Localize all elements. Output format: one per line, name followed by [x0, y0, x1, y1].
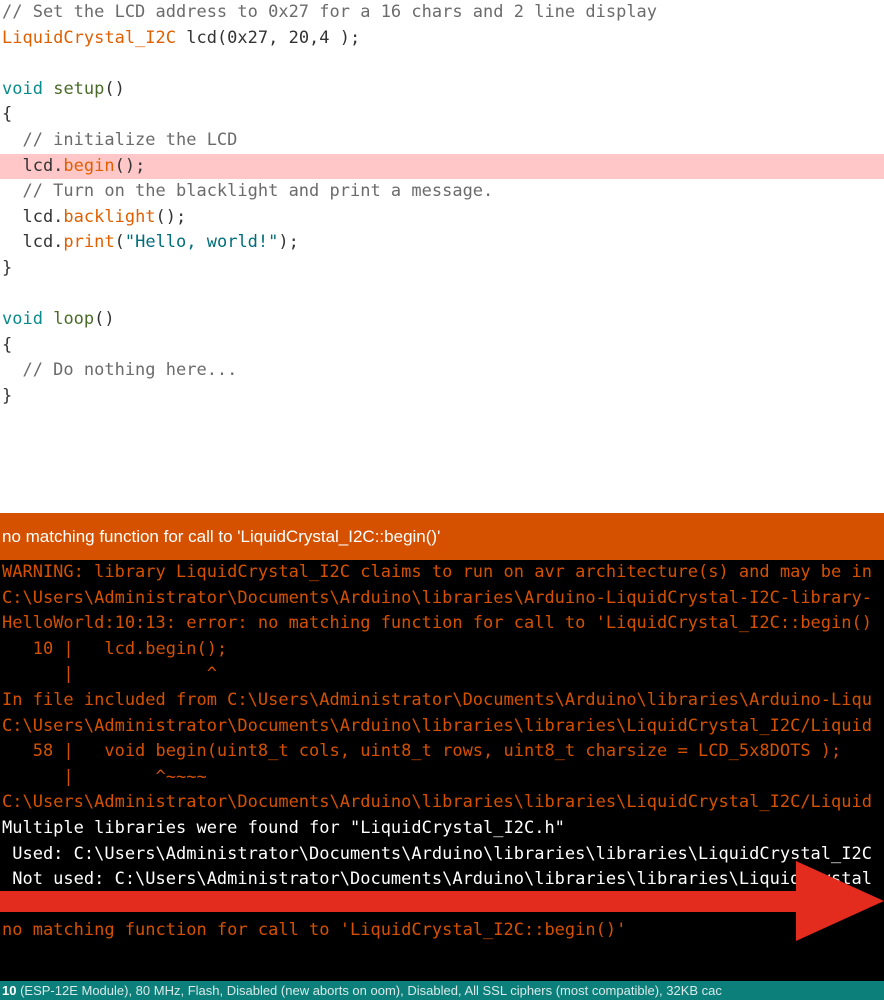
keyword-token: void — [2, 309, 43, 329]
console-line: C:\Users\Administrator\Documents\Arduino… — [0, 714, 884, 740]
console-line: exit status 1 — [0, 893, 884, 919]
code-line: } — [0, 384, 884, 410]
comment-text: // Set the LCD address to 0x27 for a 16 … — [2, 2, 657, 22]
console-line: C:\Users\Administrator\Documents\Arduino… — [0, 790, 884, 816]
code-line: { — [0, 333, 884, 359]
parens: () — [94, 309, 114, 329]
comment-text: // Turn on the blacklight and print a me… — [2, 181, 493, 201]
console-line: HelloWorld:10:13: error: no matching fun… — [0, 611, 884, 637]
string-literal: "Hello, world!" — [125, 232, 279, 252]
console-line: Used: C:\Users\Administrator\Documents\A… — [0, 842, 884, 868]
blank-line — [0, 282, 884, 308]
console-line: Not used: C:\Users\Administrator\Documen… — [0, 867, 884, 893]
code-line: lcd.print("Hello, world!"); — [0, 230, 884, 256]
code-line: { — [0, 102, 884, 128]
code-line: } — [0, 256, 884, 282]
code-line: // initialize the LCD — [0, 128, 884, 154]
status-bar: 10 (ESP-12E Module), 80 MHz, Flash, Disa… — [0, 981, 884, 1000]
code-line: void loop() — [0, 307, 884, 333]
code-line: LiquidCrystal_I2C lcd(0x27, 20,4 ); — [0, 26, 884, 52]
blank-line — [0, 51, 884, 77]
error-banner: no matching function for call to 'Liquid… — [0, 513, 884, 560]
console-line: Multiple libraries were found for "Liqui… — [0, 816, 884, 842]
console-line: 10 | lcd.begin(); — [0, 637, 884, 663]
console-line: | ^~~~~ — [0, 765, 884, 791]
console-line: 58 | void begin(uint8_t cols, uint8_t ro… — [0, 739, 884, 765]
code-line: // Do nothing here... — [0, 358, 884, 384]
comment-text: // initialize the LCD — [2, 130, 237, 150]
keyword-token: void — [2, 79, 43, 99]
console-line: C:\Users\Administrator\Documents\Arduino… — [0, 586, 884, 612]
console-line: | ^ — [0, 662, 884, 688]
code-line: lcd.backlight(); — [0, 205, 884, 231]
member-token: begin — [63, 156, 114, 176]
console-line: no matching function for call to 'Liquid… — [0, 918, 884, 944]
console-line: In file included from C:\Users\Administr… — [0, 688, 884, 714]
member-token: print — [63, 232, 114, 252]
code-line: // Turn on the blacklight and print a me… — [0, 179, 884, 205]
code-editor[interactable]: // Set the LCD address to 0x27 for a 16 … — [0, 0, 884, 513]
console-line: WARNING: library LiquidCrystal_I2C claim… — [0, 560, 884, 586]
parens: () — [104, 79, 124, 99]
compiler-output-console[interactable]: WARNING: library LiquidCrystal_I2C claim… — [0, 560, 884, 981]
type-token: LiquidCrystal_I2C — [2, 28, 176, 48]
code-line: // Set the LCD address to 0x27 for a 16 … — [0, 0, 884, 26]
code-line: void setup() — [0, 77, 884, 103]
function-name: loop — [53, 309, 94, 329]
status-board-prefix: 10 — [2, 983, 20, 998]
function-name: setup — [53, 79, 104, 99]
status-text: (ESP-12E Module), 80 MHz, Flash, Disable… — [20, 983, 722, 998]
comment-text: // Do nothing here... — [2, 360, 237, 380]
code-rest: lcd(0x27, 20,4 ); — [176, 28, 360, 48]
member-token: backlight — [63, 207, 155, 227]
error-line-highlight: lcd.begin(); — [0, 154, 884, 180]
error-banner-text: no matching function for call to 'Liquid… — [2, 527, 440, 546]
